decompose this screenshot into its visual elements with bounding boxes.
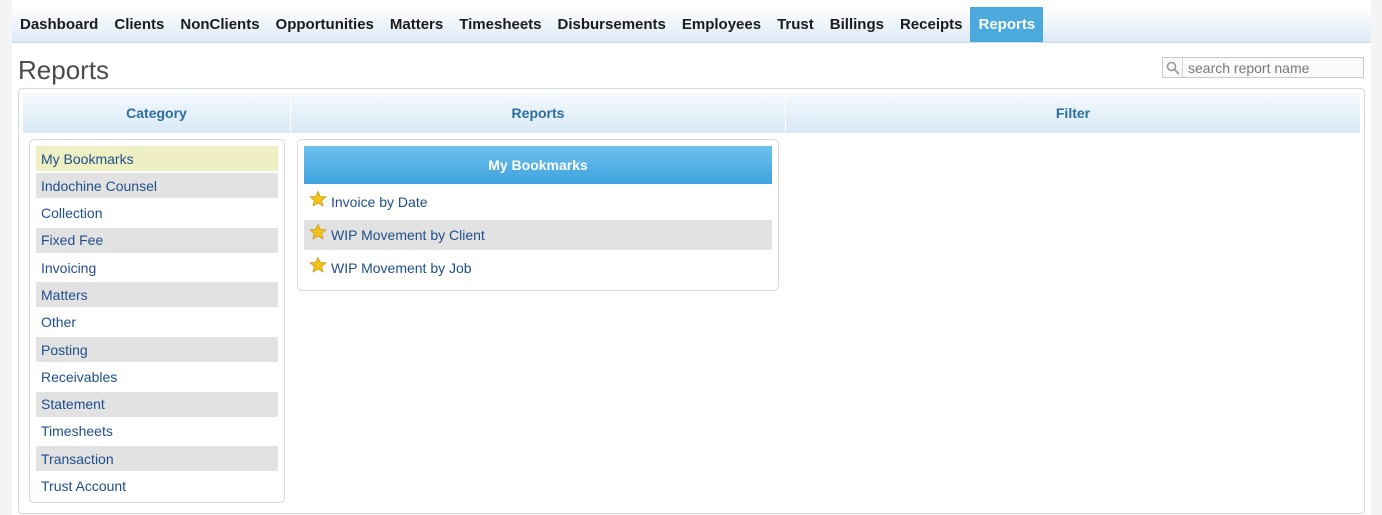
nav-dashboard[interactable]: Dashboard xyxy=(12,7,106,42)
category-item-posting[interactable]: Posting xyxy=(36,337,278,363)
nav-matters[interactable]: Matters xyxy=(382,7,451,42)
reports-main-panel: Category Reports Filter My Bookmarks Ind… xyxy=(18,88,1365,514)
filter-column-header: Filter xyxy=(786,93,1360,133)
reports-list-header: My Bookmarks xyxy=(304,146,772,184)
category-item-indochine-counsel[interactable]: Indochine Counsel xyxy=(36,173,278,199)
category-item-trust-account[interactable]: Trust Account xyxy=(36,474,278,499)
nav-opportunities[interactable]: Opportunities xyxy=(268,7,382,42)
category-item-fixed-fee[interactable]: Fixed Fee xyxy=(36,227,278,253)
search-input[interactable] xyxy=(1183,58,1363,77)
top-navigation: Dashboard Clients NonClients Opportuniti… xyxy=(12,7,1371,43)
category-item-matters[interactable]: Matters xyxy=(36,282,278,308)
reports-column-header: Reports xyxy=(291,93,786,133)
column-headers: Category Reports Filter xyxy=(23,93,1360,133)
page-content: Dashboard Clients NonClients Opportuniti… xyxy=(12,0,1371,515)
star-icon[interactable] xyxy=(309,223,327,241)
category-column-header: Category xyxy=(23,93,291,133)
page-title: Reports xyxy=(18,55,110,85)
nav-employees[interactable]: Employees xyxy=(674,7,769,42)
category-item-collection[interactable]: Collection xyxy=(36,201,278,226)
search-box xyxy=(1162,57,1364,78)
category-item-receivables[interactable]: Receivables xyxy=(36,364,278,389)
nav-trust[interactable]: Trust xyxy=(769,7,822,42)
category-item-my-bookmarks[interactable]: My Bookmarks xyxy=(36,146,278,171)
category-item-other[interactable]: Other xyxy=(36,310,278,335)
nav-disbursements[interactable]: Disbursements xyxy=(550,7,674,42)
search-icon[interactable] xyxy=(1163,58,1183,77)
star-icon[interactable] xyxy=(309,256,327,274)
page: Dashboard Clients NonClients Opportuniti… xyxy=(0,0,1382,515)
report-item-label: WIP Movement by Job xyxy=(331,260,472,276)
category-list: My Bookmarks Indochine Counsel Collectio… xyxy=(29,139,285,503)
report-item-invoice-by-date[interactable]: Invoice by Date xyxy=(304,187,772,217)
category-item-timesheets[interactable]: Timesheets xyxy=(36,419,278,444)
nav-nonclients[interactable]: NonClients xyxy=(172,7,267,42)
nav-timesheets[interactable]: Timesheets xyxy=(451,7,549,42)
report-item-label: Invoice by Date xyxy=(331,194,428,210)
nav-billings[interactable]: Billings xyxy=(822,7,892,42)
category-item-invoicing[interactable]: Invoicing xyxy=(36,255,278,280)
category-item-statement[interactable]: Statement xyxy=(36,391,278,417)
report-item-wip-movement-by-client[interactable]: WIP Movement by Client xyxy=(304,220,772,250)
category-item-transaction[interactable]: Transaction xyxy=(36,446,278,472)
nav-receipts[interactable]: Receipts xyxy=(892,7,971,42)
nav-reports[interactable]: Reports xyxy=(970,7,1044,42)
reports-list: My Bookmarks Invoice by Date WIP Movemen… xyxy=(297,139,779,291)
report-item-label: WIP Movement by Client xyxy=(331,227,485,243)
nav-clients[interactable]: Clients xyxy=(106,7,172,42)
report-item-wip-movement-by-job[interactable]: WIP Movement by Job xyxy=(304,253,772,283)
star-icon[interactable] xyxy=(309,190,327,208)
